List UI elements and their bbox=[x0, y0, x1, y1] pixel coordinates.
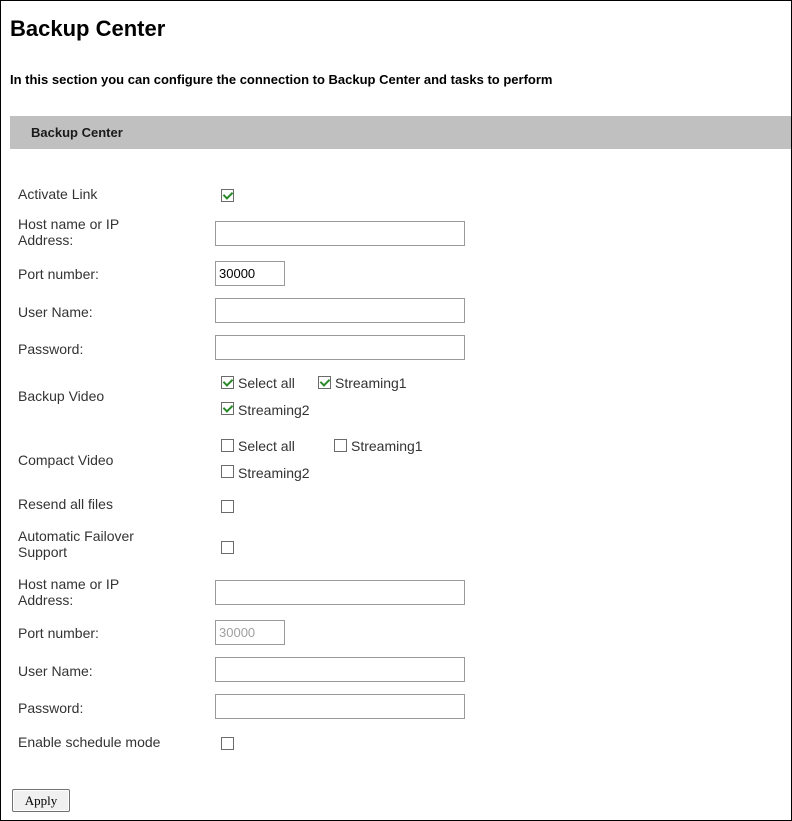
failover-username-label: User Name: bbox=[18, 663, 93, 679]
page-title: Backup Center bbox=[10, 16, 166, 41]
schedule-mode-checkbox[interactable] bbox=[221, 737, 234, 750]
port-label: Port number: bbox=[18, 266, 99, 282]
activate-link-label: Activate Link bbox=[18, 186, 98, 202]
failover-label: Automatic Failover Support bbox=[18, 528, 134, 560]
compact-streaming2-label: Streaming2 bbox=[238, 465, 310, 481]
username-label: User Name: bbox=[18, 304, 93, 320]
backup-streaming1-label: Streaming1 bbox=[335, 375, 407, 391]
username-input[interactable] bbox=[215, 298, 465, 323]
port-input[interactable] bbox=[215, 261, 285, 286]
resend-files-label: Resend all files bbox=[18, 496, 113, 512]
password-input[interactable] bbox=[215, 335, 465, 360]
failover-username-input[interactable] bbox=[215, 657, 465, 682]
failover-password-input[interactable] bbox=[215, 694, 465, 719]
failover-host-input[interactable] bbox=[215, 580, 465, 605]
compact-streaming2-checkbox[interactable] bbox=[221, 465, 234, 478]
backup-streaming2-label: Streaming2 bbox=[238, 402, 310, 418]
host-label: Host name or IP Address: bbox=[18, 216, 119, 248]
failover-port-label: Port number: bbox=[18, 625, 99, 641]
password-label: Password: bbox=[18, 341, 84, 357]
backup-streaming2-checkbox[interactable] bbox=[221, 402, 234, 415]
resend-files-checkbox[interactable] bbox=[221, 500, 234, 513]
activate-link-checkbox[interactable] bbox=[221, 189, 234, 202]
backup-select-all-checkbox[interactable] bbox=[221, 376, 234, 389]
failover-password-label: Password: bbox=[18, 700, 84, 716]
failover-port-input[interactable] bbox=[215, 620, 285, 645]
failover-host-label: Host name or IP Address: bbox=[18, 576, 119, 608]
compact-video-label: Compact Video bbox=[18, 452, 114, 468]
backup-video-label: Backup Video bbox=[18, 388, 105, 404]
failover-checkbox[interactable] bbox=[221, 541, 234, 554]
backup-streaming1-checkbox[interactable] bbox=[318, 376, 331, 389]
apply-button[interactable]: Apply bbox=[12, 789, 70, 812]
compact-select-all-label: Select all bbox=[238, 438, 295, 454]
backup-select-all-label: Select all bbox=[238, 375, 295, 391]
compact-streaming1-checkbox[interactable] bbox=[334, 439, 347, 452]
page-subtitle: In this section you can configure the co… bbox=[10, 72, 553, 87]
host-input[interactable] bbox=[215, 221, 465, 246]
compact-select-all-checkbox[interactable] bbox=[221, 439, 234, 452]
schedule-mode-label: Enable schedule mode bbox=[18, 734, 161, 750]
compact-streaming1-label: Streaming1 bbox=[351, 438, 423, 454]
section-title: Backup Center bbox=[31, 125, 123, 140]
section-header: Backup Center bbox=[10, 116, 791, 149]
